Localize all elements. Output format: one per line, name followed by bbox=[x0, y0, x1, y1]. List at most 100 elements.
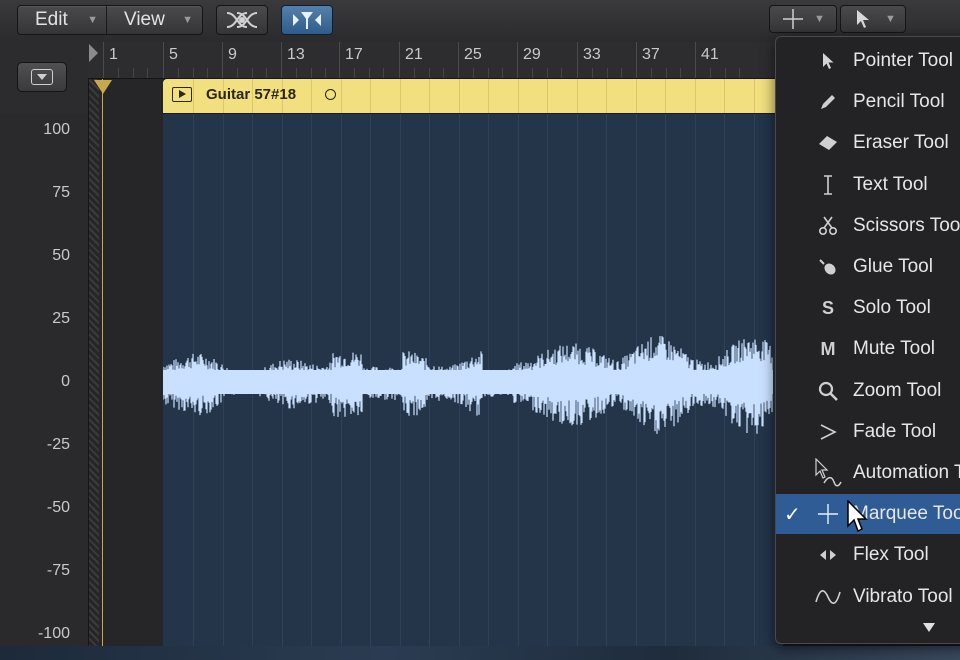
region-header[interactable]: Guitar 57#18 bbox=[163, 79, 783, 113]
show-hide-button[interactable] bbox=[17, 62, 67, 92]
ruler-minor-tick bbox=[147, 68, 149, 78]
menu-item-automation[interactable]: Automation Tool bbox=[776, 453, 960, 493]
beat-stripe bbox=[458, 79, 460, 113]
menu-item-flex[interactable]: Flex Tool bbox=[776, 535, 960, 575]
beat-stripe bbox=[399, 79, 401, 113]
menu-item-label: Text Tool bbox=[853, 173, 928, 195]
ruler-tick bbox=[458, 42, 459, 78]
beat-stripe bbox=[753, 79, 755, 113]
crosshair-icon bbox=[783, 9, 803, 29]
menu-item-marquee[interactable]: ✓ Marquee Tool bbox=[776, 494, 960, 535]
ruler-minor-tick bbox=[428, 68, 430, 78]
bar-ruler[interactable]: 1 5 9 13 17 21 25 29 33 37 41 bbox=[88, 42, 788, 79]
command-click-tool-button[interactable]: ▼ bbox=[840, 5, 906, 33]
ruler-minor-tick bbox=[383, 68, 385, 78]
ruler-minor-tick bbox=[295, 68, 297, 78]
playhead[interactable] bbox=[102, 79, 103, 654]
beat-stripe bbox=[547, 79, 548, 113]
menu-item-vibrato[interactable]: Vibrato Tool bbox=[776, 577, 960, 617]
ruler-tick bbox=[695, 42, 696, 78]
flex-mode-button[interactable] bbox=[281, 5, 333, 35]
ruler-minor-tick bbox=[546, 68, 548, 78]
ruler-tick bbox=[339, 42, 340, 78]
ruler-minor-tick bbox=[472, 68, 474, 78]
ruler-minor-tick bbox=[502, 68, 504, 78]
left-click-tool-button[interactable]: ▼ bbox=[769, 5, 837, 33]
amplitude-tick-label: 50 bbox=[52, 247, 70, 264]
cycle-marker-icon bbox=[89, 44, 98, 62]
beat-stripe bbox=[340, 79, 342, 113]
region-play-icon[interactable] bbox=[172, 87, 192, 102]
menu-item-label: Pointer Tool bbox=[853, 50, 953, 71]
beat-stripe bbox=[576, 79, 578, 113]
amplitude-axis: 100 75 50 25 0 -25 -50 -75 -100 bbox=[0, 114, 89, 654]
menu-item-zoom[interactable]: Zoom Tool bbox=[776, 371, 960, 411]
view-menu-button[interactable]: View ▼ bbox=[107, 6, 201, 34]
loop-circle-icon bbox=[325, 89, 336, 100]
scissors-icon bbox=[814, 212, 842, 240]
ruler-minor-tick bbox=[709, 68, 711, 78]
menu-item-solo[interactable]: S Solo Tool bbox=[776, 288, 960, 328]
ruler-bar-number: 9 bbox=[228, 46, 237, 63]
vibrato-icon bbox=[814, 583, 842, 611]
amplitude-tick-label: 100 bbox=[43, 121, 70, 138]
menu-item-label: Fade Tool bbox=[853, 420, 937, 442]
menu-item-glue[interactable]: Glue Tool bbox=[776, 247, 960, 287]
menu-item-eraser[interactable]: Eraser Tool bbox=[776, 123, 960, 163]
ruler-minor-tick bbox=[325, 68, 327, 78]
ruler-tick bbox=[281, 42, 282, 78]
beat-stripe bbox=[311, 79, 312, 113]
ruler-minor-tick bbox=[177, 68, 179, 78]
waveform-area[interactable] bbox=[163, 114, 783, 646]
link-icon bbox=[226, 12, 258, 28]
menu-item-text-cursor[interactable]: Text Tool bbox=[776, 165, 960, 205]
edit-menu-label: Edit bbox=[35, 9, 68, 30]
ruler-minor-tick bbox=[132, 68, 134, 78]
menu-item-label: Mute Tool bbox=[853, 338, 936, 360]
ruler-tick bbox=[399, 42, 400, 78]
beat-stripe bbox=[488, 79, 489, 113]
mute-icon: M bbox=[820, 338, 836, 359]
ruler-bar-number: 41 bbox=[701, 46, 719, 63]
ruler-minor-tick bbox=[192, 68, 194, 78]
pointer-icon bbox=[857, 10, 869, 28]
menu-item-label: Vibrato Tool bbox=[853, 585, 953, 607]
menu-item-scissors[interactable]: Scissors Tool bbox=[776, 206, 960, 246]
catch-link-button[interactable] bbox=[216, 5, 268, 35]
ruler-minor-tick bbox=[207, 68, 209, 78]
ruler-minor-tick bbox=[680, 68, 682, 78]
beat-stripe bbox=[724, 79, 725, 113]
chevron-down-icon: ▼ bbox=[814, 13, 825, 25]
ruler-minor-tick bbox=[487, 68, 489, 78]
scroll-down-arrow-icon[interactable] bbox=[923, 623, 935, 632]
ruler-minor-tick bbox=[724, 68, 726, 78]
ruler-bar-number: 5 bbox=[169, 46, 178, 63]
menu-item-pencil[interactable]: Pencil Tool bbox=[776, 82, 960, 122]
ruler-minor-tick bbox=[650, 68, 652, 78]
ruler-minor-tick bbox=[413, 68, 415, 78]
menu-item-pointer[interactable]: Pointer Tool bbox=[776, 41, 960, 81]
waveform-body bbox=[163, 370, 773, 394]
playhead-handle[interactable] bbox=[94, 80, 112, 94]
ruler-minor-tick bbox=[739, 68, 741, 78]
ruler-tick bbox=[103, 42, 104, 78]
amplitude-tick-label: 75 bbox=[52, 184, 70, 201]
beat-stripe bbox=[517, 79, 519, 113]
chevron-down-icon: ▼ bbox=[885, 13, 896, 25]
automation-icon bbox=[814, 458, 842, 487]
amplitude-tick-label: -50 bbox=[46, 499, 70, 516]
region-name: Guitar 57#18 bbox=[206, 86, 297, 103]
ruler-bar-number: 37 bbox=[642, 46, 660, 63]
marquee-icon bbox=[814, 500, 842, 528]
ruler-minor-tick bbox=[310, 68, 312, 78]
pre-region-area bbox=[89, 79, 163, 654]
amplitude-tick-label: -25 bbox=[46, 436, 70, 453]
edit-menu-button[interactable]: Edit ▼ bbox=[18, 6, 106, 34]
menu-item-label: Marquee Tool bbox=[853, 503, 960, 525]
menu-item-fade[interactable]: Fade Tool bbox=[776, 412, 960, 452]
menu-item-label: Scissors Tool bbox=[853, 214, 960, 236]
ruler-tick bbox=[517, 42, 518, 78]
ruler-minor-tick bbox=[251, 68, 253, 78]
fade-icon bbox=[814, 418, 842, 446]
menu-item-mute[interactable]: M Mute Tool bbox=[776, 329, 960, 369]
